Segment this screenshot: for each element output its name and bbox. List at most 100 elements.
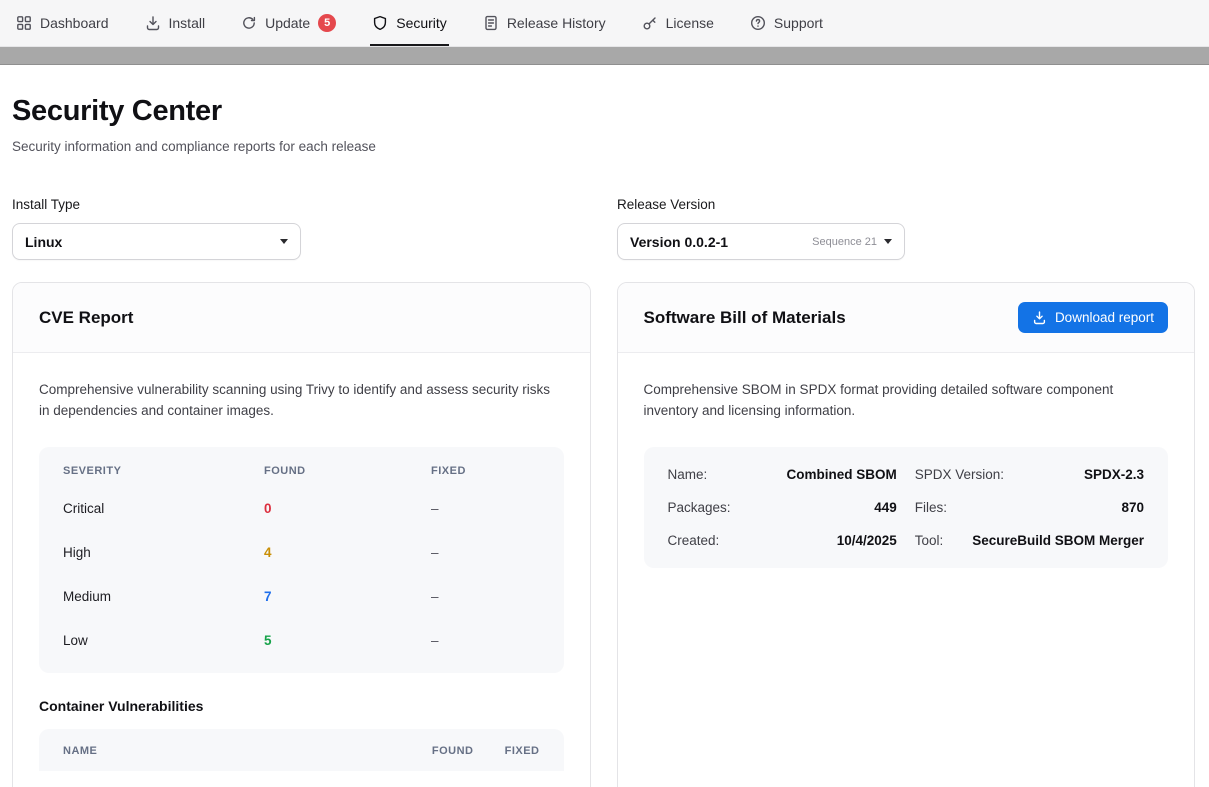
found-count: 0 (264, 501, 431, 516)
sequence-meta: Sequence 21 (812, 236, 877, 248)
col-name: NAME (63, 745, 394, 757)
shield-icon (372, 15, 388, 31)
container-vulnerabilities-table: NAME FOUND FIXED (39, 729, 564, 771)
sbom-body: Comprehensive SBOM in SPDX format provid… (618, 353, 1195, 594)
page-divider (0, 47, 1209, 65)
update-count-badge: 5 (318, 14, 336, 32)
cve-report-card: CVE Report Comprehensive vulnerability s… (12, 282, 591, 787)
key-icon (642, 15, 658, 31)
table-row-medium: Medium 7 – (39, 575, 564, 619)
sbom-row-2: Packages: 449 Files: 870 (668, 491, 1145, 524)
nav-label: Security (396, 15, 447, 31)
release-version-select[interactable]: Version 0.0.2-1 Sequence 21 (617, 223, 905, 260)
nav-tab-license[interactable]: License (642, 0, 714, 46)
col-fixed: FIXED (431, 465, 540, 477)
filters-row: Install Type Linux Release Version Versi… (12, 197, 1195, 260)
col-found: FOUND (264, 465, 431, 477)
sbom-spdx-version-cell: SPDX Version: SPDX-2.3 (915, 458, 1144, 491)
chevron-down-icon (280, 239, 288, 244)
download-report-button[interactable]: Download report (1018, 302, 1168, 333)
severity-table: SEVERITY FOUND FIXED Critical 0 – High 4… (39, 447, 564, 673)
severity-label: Medium (63, 589, 264, 604)
col-severity: SEVERITY (63, 465, 264, 477)
sbom-title: Software Bill of Materials (644, 308, 846, 328)
release-version-value: Version 0.0.2-1 (630, 234, 812, 250)
page-subtitle: Security information and compliance repo… (12, 139, 1195, 154)
field-label: Tool: (915, 533, 944, 548)
nav-label: Install (169, 15, 206, 31)
sbom-description: Comprehensive SBOM in SPDX format provid… (644, 379, 1164, 422)
field-label: Packages: (668, 500, 731, 515)
field-value: SPDX-2.3 (1084, 467, 1144, 482)
nav-label: Support (774, 15, 823, 31)
field-value: SecureBuild SBOM Merger (972, 533, 1144, 548)
field-label: Created: (668, 533, 720, 548)
container-table-header: NAME FOUND FIXED (39, 729, 564, 771)
download-icon (145, 15, 161, 31)
sbom-card: Software Bill of Materials Download repo… (617, 282, 1196, 787)
field-label: Files: (915, 500, 947, 515)
nav-label: Dashboard (40, 15, 109, 31)
sbom-name-cell: Name: Combined SBOM (668, 458, 897, 491)
sbom-header: Software Bill of Materials Download repo… (618, 283, 1195, 353)
found-count: 5 (264, 633, 431, 648)
document-icon (483, 15, 499, 31)
field-value: 10/4/2025 (837, 533, 897, 548)
sbom-row-1: Name: Combined SBOM SPDX Version: SPDX-2… (668, 458, 1145, 491)
nav-tab-install[interactable]: Install (145, 0, 206, 46)
chevron-down-icon (884, 239, 892, 244)
severity-label: High (63, 545, 264, 560)
install-type-label: Install Type (12, 197, 301, 212)
release-version-label: Release Version (617, 197, 905, 212)
severity-table-header: SEVERITY FOUND FIXED (39, 447, 564, 487)
fixed-count: – (431, 545, 540, 560)
sbom-row-3: Created: 10/4/2025 Tool: SecureBuild SBO… (668, 524, 1145, 557)
sbom-created-cell: Created: 10/4/2025 (668, 524, 897, 557)
install-type-filter: Install Type Linux (12, 197, 301, 260)
nav-tab-dashboard[interactable]: Dashboard (16, 0, 109, 46)
main-content: Security Center Security information and… (0, 95, 1209, 787)
download-icon (1032, 310, 1047, 325)
top-navigation: Dashboard Install Update 5 Security (0, 0, 1209, 47)
sbom-tool-cell: Tool: SecureBuild SBOM Merger (915, 524, 1144, 557)
field-label: Name: (668, 467, 708, 482)
nav-tab-support[interactable]: Support (750, 0, 823, 46)
col-fixed: FIXED (474, 745, 540, 757)
nav-tab-security[interactable]: Security (372, 0, 447, 46)
severity-label: Critical (63, 501, 264, 516)
help-circle-icon (750, 15, 766, 31)
fixed-count: – (431, 633, 540, 648)
severity-label: Low (63, 633, 264, 648)
cve-report-body: Comprehensive vulnerability scanning usi… (13, 353, 590, 787)
install-type-value: Linux (25, 234, 280, 250)
nav-tab-update[interactable]: Update 5 (241, 0, 336, 46)
field-value: 449 (874, 500, 897, 515)
download-report-label: Download report (1055, 310, 1154, 325)
field-value: 870 (1121, 500, 1144, 515)
nav-tab-release-history[interactable]: Release History (483, 0, 606, 46)
nav-label: Release History (507, 15, 606, 31)
field-value: Combined SBOM (787, 467, 897, 482)
found-count: 4 (264, 545, 431, 560)
container-vulnerabilities-title: Container Vulnerabilities (39, 698, 564, 714)
page-title: Security Center (12, 95, 1195, 128)
release-version-filter: Release Version Version 0.0.2-1 Sequence… (617, 197, 905, 260)
fixed-count: – (431, 501, 540, 516)
sbom-files-cell: Files: 870 (915, 491, 1144, 524)
table-row-critical: Critical 0 – (39, 487, 564, 531)
sbom-packages-cell: Packages: 449 (668, 491, 897, 524)
table-row-high: High 4 – (39, 531, 564, 575)
install-type-select[interactable]: Linux (12, 223, 301, 260)
cards-row: CVE Report Comprehensive vulnerability s… (12, 282, 1195, 787)
fixed-count: – (431, 589, 540, 604)
cve-report-title: CVE Report (39, 308, 133, 328)
field-label: SPDX Version: (915, 467, 1004, 482)
cve-report-description: Comprehensive vulnerability scanning usi… (39, 379, 559, 422)
found-count: 7 (264, 589, 431, 604)
nav-label: License (666, 15, 714, 31)
table-row-low: Low 5 – (39, 619, 564, 663)
refresh-icon (241, 15, 257, 31)
dashboard-grid-icon (16, 15, 32, 31)
cve-report-header: CVE Report (13, 283, 590, 353)
nav-label: Update (265, 15, 310, 31)
